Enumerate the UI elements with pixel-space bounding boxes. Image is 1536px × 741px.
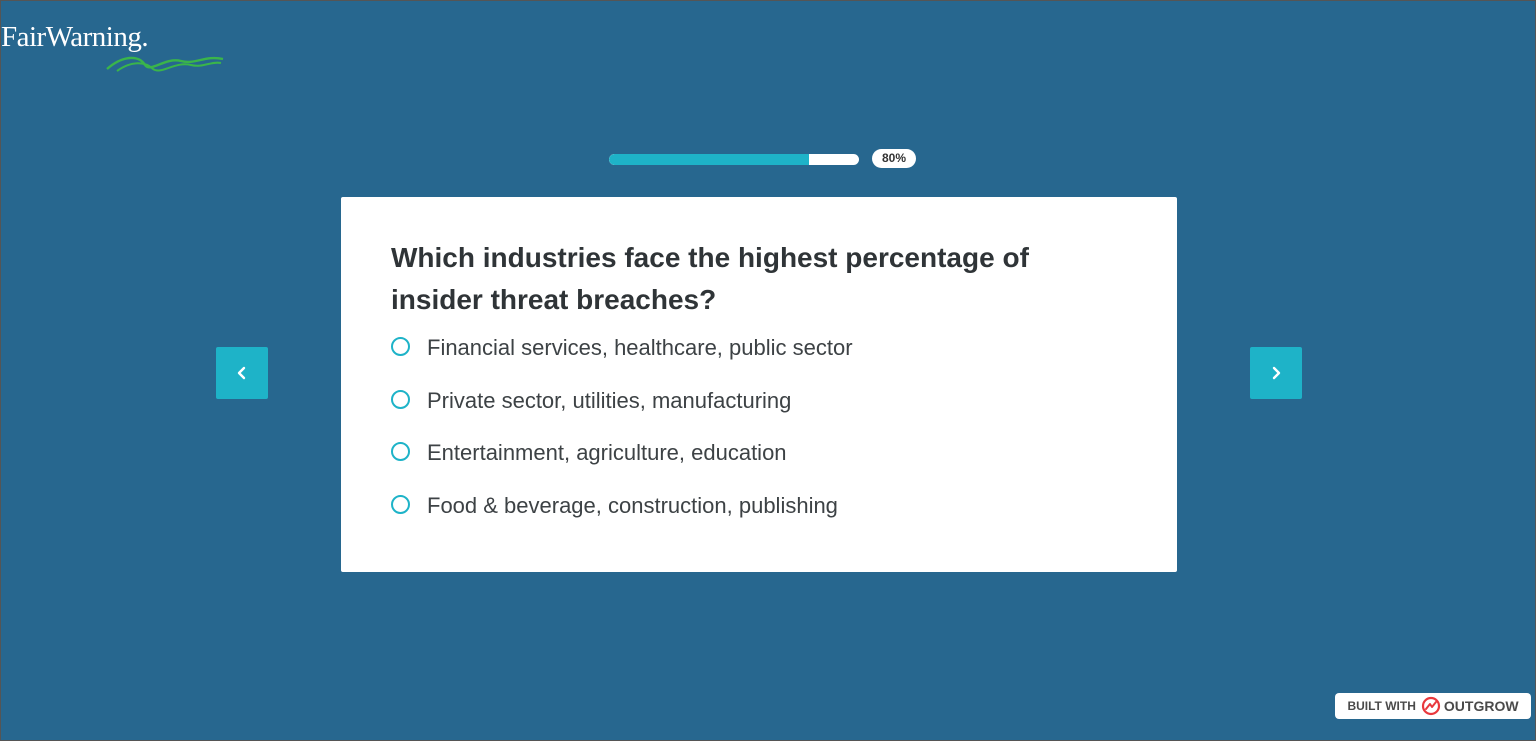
answer-option-label: Financial services, healthcare, public s… (427, 335, 853, 360)
built-with-outgrow-badge[interactable]: BUILT WITH OUTGROW (1335, 693, 1531, 719)
radio-button[interactable] (391, 494, 410, 514)
progress-label: 80% (872, 149, 916, 168)
answer-option-label: Private sector, utilities, manufacturing (427, 387, 792, 413)
previous-button[interactable] (216, 347, 268, 399)
answer-option[interactable]: Food & beverage, construction, publishin… (391, 492, 1127, 548)
answer-option[interactable]: Entertainment, agriculture, education (391, 442, 1127, 495)
logo-swoosh-icon (106, 56, 224, 72)
progress-track (609, 154, 859, 165)
answer-option[interactable]: Private sector, utilities, manufacturing (391, 387, 1127, 443)
answer-option-label: Entertainment, agriculture, education (427, 440, 787, 465)
outgrow-logo-icon (1421, 696, 1440, 716)
next-button[interactable] (1250, 347, 1302, 399)
answer-options: Financial services, healthcare, public s… (391, 337, 1127, 547)
chevron-left-icon (237, 366, 246, 380)
chevron-right-icon (1272, 366, 1281, 380)
logo-text: FairWarning. (1, 21, 149, 53)
radio-button[interactable] (391, 442, 410, 461)
progress-indicator: 80% (609, 149, 919, 169)
answer-option[interactable]: Financial services, healthcare, public s… (391, 337, 1127, 390)
question-title: Which industries face the highest percen… (391, 242, 1029, 315)
built-with-label: BUILT WITH (1347, 699, 1416, 713)
progress-fill (609, 154, 809, 165)
radio-button[interactable] (391, 389, 410, 409)
question-card: Which industries face the highest percen… (341, 197, 1177, 572)
radio-button[interactable] (391, 337, 410, 356)
answer-option-label: Food & beverage, construction, publishin… (427, 492, 838, 518)
fairwarning-logo: FairWarning. (1, 21, 231, 77)
outgrow-brand-label: OUTGROW (1443, 698, 1519, 714)
